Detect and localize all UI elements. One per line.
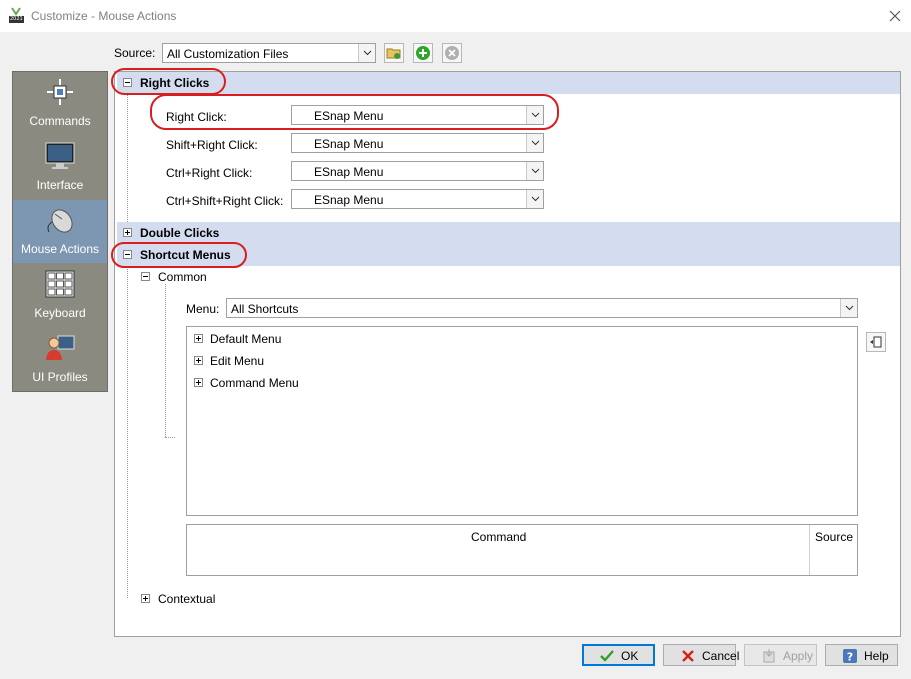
source-dropdown-value: All Customization Files: [167, 47, 289, 61]
ctrl-right-click-dropdown[interactable]: ESnap Menu: [291, 161, 544, 181]
user-profile-icon: [46, 335, 75, 360]
button-label: Apply: [783, 649, 814, 663]
expand-icon[interactable]: [194, 378, 203, 387]
remove-circle-icon: [445, 46, 459, 60]
expand-icon[interactable]: [194, 334, 203, 343]
column-header-source[interactable]: Source: [810, 525, 857, 547]
menu-label: Menu:: [186, 302, 220, 316]
tree-item-command-menu[interactable]: Command Menu: [210, 376, 299, 390]
ctrl-shift-right-click-label: Ctrl+Shift+Right Click:: [166, 194, 284, 208]
source-dropdown[interactable]: All Customization Files: [162, 43, 376, 63]
expand-icon[interactable]: [123, 228, 132, 237]
expand-icon[interactable]: [194, 356, 203, 365]
chevron-down-icon: [358, 44, 375, 62]
button-label: OK: [621, 649, 639, 663]
annotation-right-click-row: [150, 94, 559, 130]
ctrl-right-click-label: Ctrl+Right Click:: [166, 166, 253, 180]
nav-item-commands[interactable]: Commands: [13, 72, 107, 135]
chevron-down-icon: [840, 299, 857, 317]
collapse-icon[interactable]: [141, 272, 150, 281]
nav-item-label: Mouse Actions: [20, 242, 100, 256]
open-folder-button[interactable]: [384, 43, 404, 63]
menu-dropdown[interactable]: All Shortcuts: [226, 298, 858, 318]
keyboard-icon: [45, 270, 75, 298]
close-icon[interactable]: [885, 6, 905, 26]
dropdown-value: ESnap Menu: [314, 137, 384, 151]
app-version-badge: 2021: [10, 16, 23, 22]
add-file-button[interactable]: [413, 43, 433, 63]
category-nav: Commands Interface Mouse Actions Keyboar…: [12, 71, 108, 392]
nav-item-ui-profiles[interactable]: UI Profiles: [13, 328, 107, 391]
remove-file-button[interactable]: [442, 43, 462, 63]
close-icon: [682, 650, 694, 662]
window-title: Customize - Mouse Actions: [31, 9, 177, 23]
column-header-label: Source: [815, 530, 854, 544]
plus-circle-icon: [416, 46, 430, 60]
shift-right-click-dropdown[interactable]: ESnap Menu: [291, 133, 544, 153]
ctrl-shift-right-click-dropdown[interactable]: ESnap Menu: [291, 189, 544, 209]
chevron-down-icon: [526, 162, 543, 180]
common-node-label: Common: [158, 270, 207, 284]
tree-item-default-menu[interactable]: Default Menu: [210, 332, 281, 346]
commands-icon: [47, 79, 73, 105]
monitor-icon: [45, 142, 75, 169]
nav-item-mouse-actions[interactable]: Mouse Actions: [13, 200, 107, 263]
tree-line: [165, 437, 175, 438]
folder-open-icon: [386, 48, 401, 59]
chevron-down-icon: [526, 134, 543, 152]
nav-item-keyboard[interactable]: Keyboard: [13, 264, 107, 327]
contextual-node-label: Contextual: [158, 592, 216, 606]
shortcut-menu-tree[interactable]: Default Menu Edit Menu Command Menu: [186, 326, 858, 516]
nav-item-label: Interface: [36, 178, 84, 192]
ok-button[interactable]: OK: [582, 644, 655, 666]
tree-item-edit-menu[interactable]: Edit Menu: [210, 354, 264, 368]
dropdown-value: All Shortcuts: [231, 302, 299, 316]
app-icon: 2021: [8, 7, 25, 24]
apply-icon: [763, 649, 775, 663]
source-label: Source:: [114, 46, 156, 60]
checkmark-icon: [600, 650, 614, 662]
svg-text:?: ?: [847, 651, 853, 664]
dropdown-value: ESnap Menu: [314, 193, 384, 207]
section-header-label: Double Clicks: [140, 226, 220, 240]
tree-line: [127, 94, 128, 222]
dropdown-value: ESnap Menu: [314, 165, 384, 179]
panel-toggle-icon: [870, 336, 882, 348]
shift-right-click-label: Shift+Right Click:: [166, 138, 258, 152]
tree-options-button[interactable]: [866, 332, 886, 352]
nav-item-interface[interactable]: Interface: [13, 136, 107, 199]
tree-line: [127, 266, 128, 598]
tree-line: [165, 284, 166, 437]
help-button[interactable]: ? Help: [825, 644, 898, 666]
nav-item-label: Keyboard: [34, 306, 86, 320]
command-grid[interactable]: Command Source: [186, 524, 858, 576]
cancel-button[interactable]: Cancel: [663, 644, 740, 666]
nav-item-label: UI Profiles: [32, 370, 88, 384]
button-label: Cancel: [702, 649, 740, 663]
help-icon: ?: [843, 649, 857, 664]
column-header-command[interactable]: Command: [187, 525, 809, 547]
section-double-clicks[interactable]: Double Clicks: [117, 222, 900, 244]
button-label: Help: [864, 649, 889, 663]
section-right-clicks[interactable]: Right Clicks: [117, 72, 900, 94]
annotation-shortcut-menus: [111, 242, 247, 268]
column-header-label: Command: [471, 530, 527, 544]
settings-panel: Right Clicks Right Click: ESnap Menu Shi…: [114, 71, 901, 637]
apply-button[interactable]: Apply: [744, 644, 817, 666]
nav-item-label: Commands: [29, 114, 91, 128]
annotation-right-clicks: [111, 68, 226, 95]
mouse-icon: [47, 209, 73, 233]
chevron-down-icon: [526, 190, 543, 208]
expand-icon[interactable]: [141, 594, 150, 603]
